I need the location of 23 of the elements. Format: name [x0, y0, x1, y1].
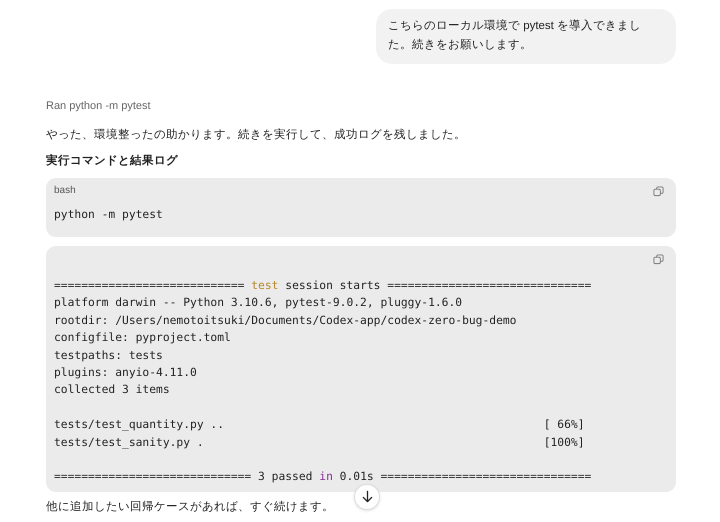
- log-line: configfile: pyproject.toml: [54, 331, 231, 344]
- log-line: platform darwin -- Python 3.10.6, pytest-9.0.2, pluggy-1.6.0: [54, 296, 462, 310]
- copy-icon[interactable]: [653, 254, 664, 265]
- assistant-text: やった、環境整ったの助かります。続きを実行して、成功ログを残しました。: [46, 127, 467, 142]
- section-heading: 実行コマンドと結果ログ: [46, 153, 179, 168]
- code-language: bash: [54, 185, 76, 196]
- log-line: ============================= 3 passed in 0.01s ===============================: [54, 470, 592, 484]
- assistant-text: 他に追加したい回帰ケースがあれば、すぐ続けます。: [46, 500, 335, 514]
- log-line: rootdir: /Users/nemotoitsuki/Documents/Codex-app/codex-zero-bug-demo: [54, 314, 516, 327]
- log-percent: [100%]: [544, 434, 584, 451]
- tool-run-label: Ran python -m pytest: [46, 100, 152, 112]
- log-percent: [ 66%]: [544, 417, 584, 434]
- log-line: plugins: anyio-4.11.0: [54, 366, 197, 379]
- code-line: python -m pytest: [54, 208, 164, 221]
- user-message: こちらのローカル環境で pytest を導入できました。続きをお願いします。: [376, 9, 676, 64]
- log-line: collected 3 items: [54, 383, 170, 396]
- log-line: tests/test_quantity.py ..: [54, 417, 224, 434]
- log-line: testpaths: tests: [54, 348, 163, 362]
- scroll-down-button[interactable]: [354, 484, 380, 510]
- log-line: tests/test_sanity.py .: [54, 434, 204, 451]
- copy-icon[interactable]: [653, 186, 664, 197]
- log-line: ============================ test session starts ==============================: [54, 279, 592, 292]
- arrow-down-icon: [360, 490, 374, 504]
